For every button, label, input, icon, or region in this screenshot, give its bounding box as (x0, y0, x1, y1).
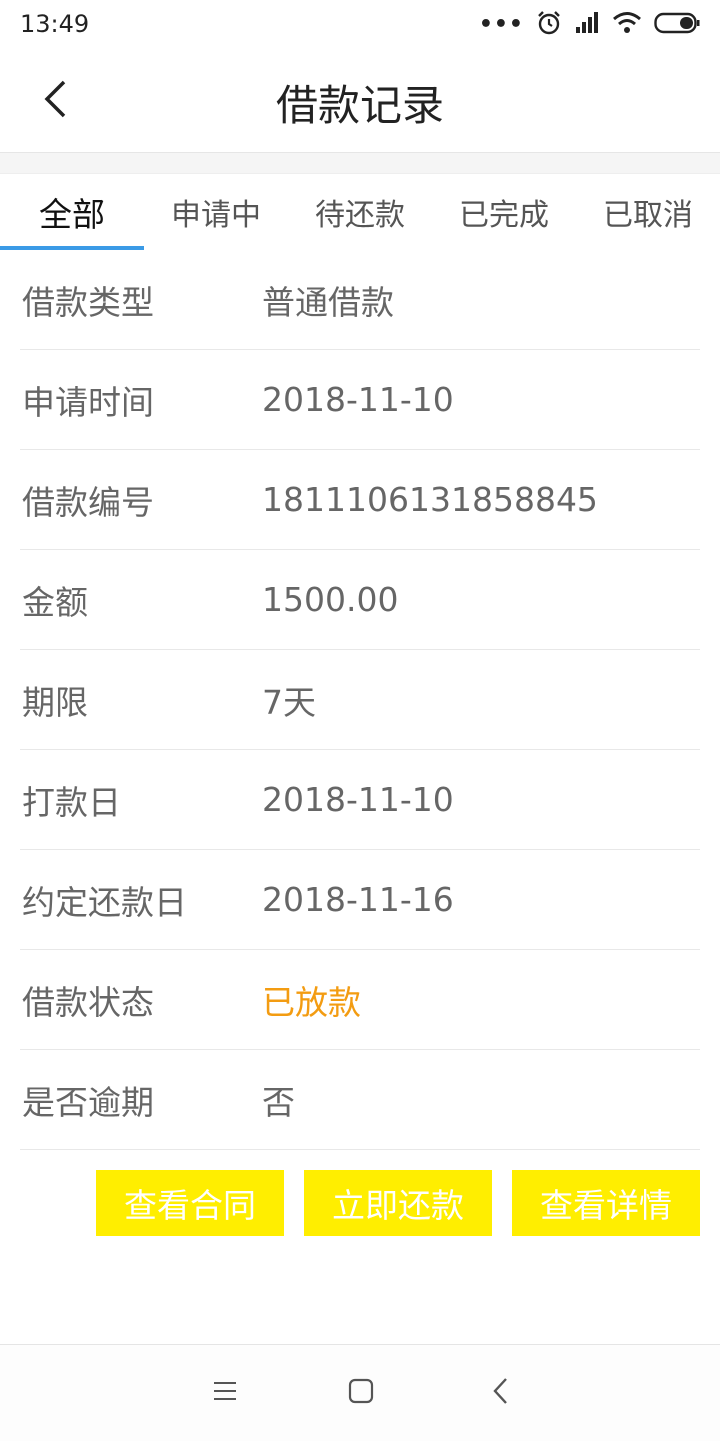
loan-record-card: 借款类型 普通借款 申请时间 2018-11-10 借款编号 181110613… (20, 250, 700, 1150)
home-square-icon (348, 1378, 374, 1408)
system-nav-bar (0, 1344, 720, 1441)
view-details-button[interactable]: 查看详情 (512, 1170, 700, 1236)
tab-all[interactable]: 全部 (0, 174, 144, 250)
record-row-term: 期限 7天 (20, 650, 700, 750)
row-value: 2018-11-10 (262, 780, 454, 819)
tab-cancelled[interactable]: 已取消 (576, 174, 720, 250)
row-value: 2018-11-10 (262, 380, 454, 419)
tab-pending-repayment[interactable]: 待还款 (288, 174, 432, 250)
filter-tabs: 全部 申请中 待还款 已完成 已取消 (0, 174, 720, 250)
row-value: 普通借款 (262, 282, 394, 322)
alarm-icon (536, 10, 562, 40)
record-row-loan-type: 借款类型 普通借款 (20, 250, 700, 350)
page-title: 借款记录 (275, 81, 444, 130)
row-label: 借款状态 (22, 982, 154, 1022)
row-value: 1500.00 (262, 580, 399, 619)
row-label: 约定还款日 (22, 882, 187, 922)
status-icons: ••• (479, 10, 700, 40)
menu-icon (213, 1381, 237, 1405)
record-row-disbursement-date: 打款日 2018-11-10 (20, 750, 700, 850)
row-label: 是否逾期 (22, 1082, 154, 1122)
home-button[interactable] (341, 1373, 381, 1413)
repay-now-button[interactable]: 立即还款 (304, 1170, 492, 1236)
row-label: 金额 (22, 582, 88, 622)
row-label: 借款编号 (22, 482, 154, 522)
record-row-amount: 金额 1500.00 (20, 550, 700, 650)
menu-button[interactable] (205, 1373, 245, 1413)
row-value: 2018-11-16 (262, 880, 454, 919)
record-row-loan-status: 借款状态 已放款 (20, 950, 700, 1050)
record-actions: 查看合同 立即还款 查看详情 (96, 1170, 700, 1236)
record-row-loan-number: 借款编号 1811106131858845 (20, 450, 700, 550)
row-label: 期限 (22, 682, 88, 722)
row-value: 7天 (262, 682, 316, 722)
wifi-icon (612, 11, 642, 39)
row-value: 否 (262, 1082, 295, 1122)
more-dots-icon: ••• (478, 12, 524, 37)
row-value: 1811106131858845 (262, 480, 598, 519)
status-time: 13:49 (20, 10, 90, 38)
battery-icon (654, 12, 700, 38)
record-row-overdue: 是否逾期 否 (20, 1050, 700, 1150)
nav-back-icon (491, 1377, 509, 1409)
row-label: 打款日 (22, 782, 121, 822)
view-contract-button[interactable]: 查看合同 (96, 1170, 284, 1236)
row-label: 申请时间 (22, 382, 154, 422)
system-back-button[interactable] (480, 1373, 520, 1413)
header: 借款记录 (0, 50, 720, 153)
tab-completed[interactable]: 已完成 (432, 174, 576, 250)
record-row-due-date: 约定还款日 2018-11-16 (20, 850, 700, 950)
row-label: 借款类型 (22, 282, 154, 322)
section-divider (0, 153, 720, 174)
signal-icon (574, 11, 600, 39)
record-row-apply-time: 申请时间 2018-11-10 (20, 350, 700, 450)
status-bar: 13:49 ••• (0, 0, 720, 50)
status-value: 已放款 (262, 982, 361, 1022)
tab-applying[interactable]: 申请中 (144, 174, 288, 250)
